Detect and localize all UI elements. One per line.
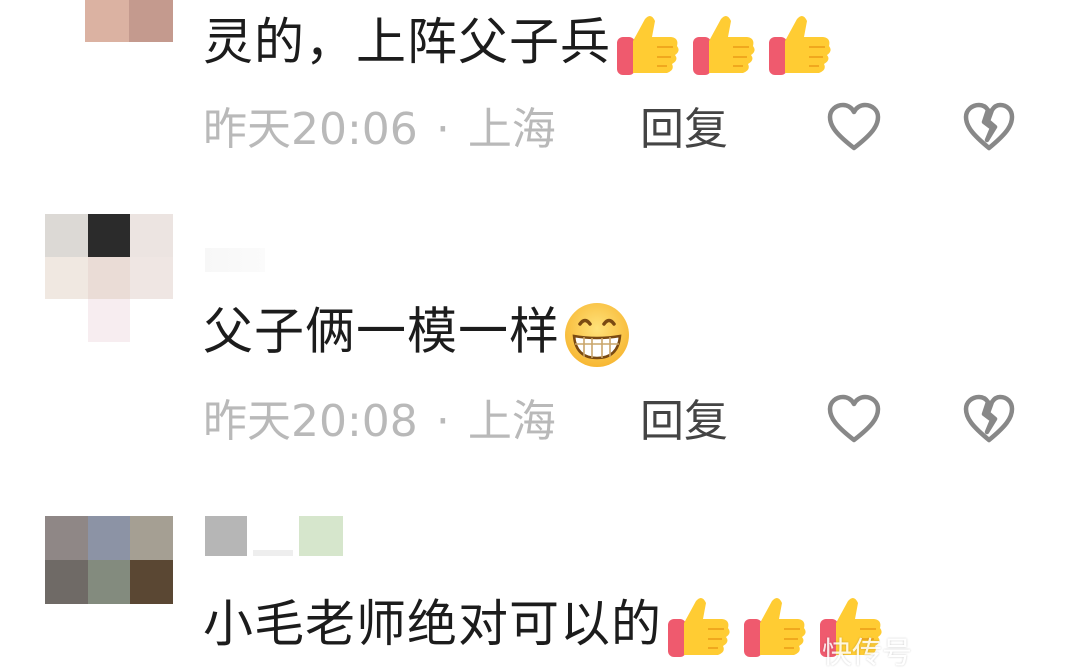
thumbs-up-icon [767, 13, 833, 79]
avatar[interactable] [45, 516, 173, 604]
meta-separator: · [435, 104, 450, 155]
thumbs-up-icon [742, 595, 808, 661]
comment-meta: 昨天20:06 · 上海 [203, 102, 556, 158]
heart-outline-icon [827, 394, 881, 443]
thumbs-up-icon [666, 595, 732, 661]
timestamp: 昨天20:08 [203, 396, 418, 447]
comment-list: 灵的，上阵父子兵 昨天20:06 · 上海 回复 父子俩一模一样 昨天20:08… [0, 0, 1080, 670]
username-redacted[interactable] [205, 516, 343, 556]
dislike-button[interactable] [962, 394, 1016, 444]
timestamp: 昨天20:06 [203, 104, 418, 155]
broken-heart-icon [963, 394, 1015, 443]
comment-meta: 昨天20:08 · 上海 [203, 394, 556, 450]
avatar[interactable] [85, 0, 173, 42]
like-button[interactable] [826, 394, 882, 444]
comment-body: 灵的，上阵父子兵 [203, 13, 611, 71]
broken-heart-icon [963, 102, 1015, 151]
meta-separator: · [435, 396, 450, 447]
comment-body: 小毛老师绝对可以的 [203, 595, 662, 653]
username-redacted[interactable] [205, 248, 265, 272]
location: 上海 [467, 104, 556, 155]
emoji-group [615, 13, 833, 79]
comment-text: 小毛老师绝对可以的 [203, 594, 884, 661]
reply-button[interactable]: 回复 [640, 394, 728, 450]
thumbs-up-icon [691, 13, 757, 79]
comment-body: 父子俩一模一样 [203, 302, 560, 361]
like-button[interactable] [826, 102, 882, 152]
reply-button[interactable]: 回复 [640, 102, 728, 158]
heart-outline-icon [827, 102, 881, 151]
dislike-button[interactable] [962, 102, 1016, 152]
comment-text: 父子俩一模一样 [203, 300, 632, 370]
grinning-face-icon [562, 300, 632, 370]
thumbs-up-icon [615, 13, 681, 79]
comment-text: 灵的，上阵父子兵 [203, 12, 833, 79]
location: 上海 [467, 396, 556, 447]
watermark: 快传号 [822, 636, 912, 670]
avatar[interactable] [45, 214, 173, 342]
